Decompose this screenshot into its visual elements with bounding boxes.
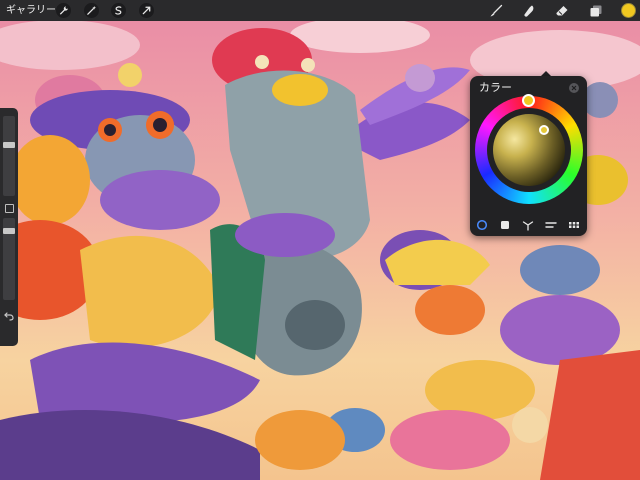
left-sidebar	[0, 108, 18, 346]
harmony-tab-icon	[522, 221, 534, 231]
adjustments-wand-icon[interactable]	[84, 3, 99, 18]
panel-title: カラー	[479, 81, 512, 94]
disc-tab[interactable]	[474, 217, 490, 233]
orange-mass	[10, 135, 90, 225]
palette-tab[interactable]	[566, 217, 582, 233]
hue-handle[interactable]	[522, 94, 535, 107]
blue-coil	[520, 245, 600, 295]
transform-arrow-icon[interactable]	[139, 3, 154, 18]
layers-icon[interactable]	[587, 2, 604, 19]
close-button[interactable]	[569, 83, 579, 93]
top-toolbar: ギャラリー	[0, 0, 640, 21]
gray-tube	[405, 64, 435, 92]
purple-coils	[100, 170, 220, 230]
selection-icon[interactable]	[111, 3, 126, 18]
yellow-mouth	[272, 74, 328, 106]
arm-hole	[285, 300, 345, 350]
orange-blob	[255, 410, 345, 470]
value-tab[interactable]	[543, 217, 559, 233]
cream-hand	[512, 407, 548, 443]
classic-tab-icon	[501, 221, 509, 229]
value-tab-icon	[545, 222, 557, 228]
undo-icon	[4, 312, 14, 321]
color-disc[interactable]	[475, 94, 583, 204]
harmony-tab[interactable]	[520, 217, 536, 233]
purple-cuff	[235, 213, 335, 257]
brush-size-thumb[interactable]	[3, 142, 15, 148]
gray-skull	[582, 82, 618, 118]
pink-tube	[390, 410, 510, 470]
saturation-handle[interactable]	[539, 125, 549, 135]
brush-icon[interactable]	[487, 2, 504, 19]
yellow-blob	[118, 63, 142, 87]
close-icon	[571, 85, 577, 91]
color-panel: カラー	[470, 76, 587, 236]
color-mode-tabs	[470, 217, 587, 233]
cloud	[290, 17, 430, 53]
palette-tab-icon	[569, 222, 579, 228]
saturation-disc[interactable]	[493, 114, 565, 186]
current-color-swatch[interactable]	[621, 3, 636, 18]
wrench-icon[interactable]	[56, 3, 71, 18]
opacity-thumb[interactable]	[3, 228, 15, 234]
gallery-button[interactable]: ギャラリー	[6, 3, 56, 18]
brush-size-slider[interactable]	[3, 116, 15, 196]
orange-face	[415, 285, 485, 335]
purple-coil	[500, 295, 620, 365]
classic-tab[interactable]	[497, 217, 513, 233]
eraser-icon[interactable]	[553, 2, 570, 19]
disc-tab-icon	[476, 219, 488, 231]
modify-button[interactable]	[5, 204, 14, 213]
smudge-icon[interactable]	[520, 2, 537, 19]
undo-button[interactable]	[3, 310, 15, 322]
